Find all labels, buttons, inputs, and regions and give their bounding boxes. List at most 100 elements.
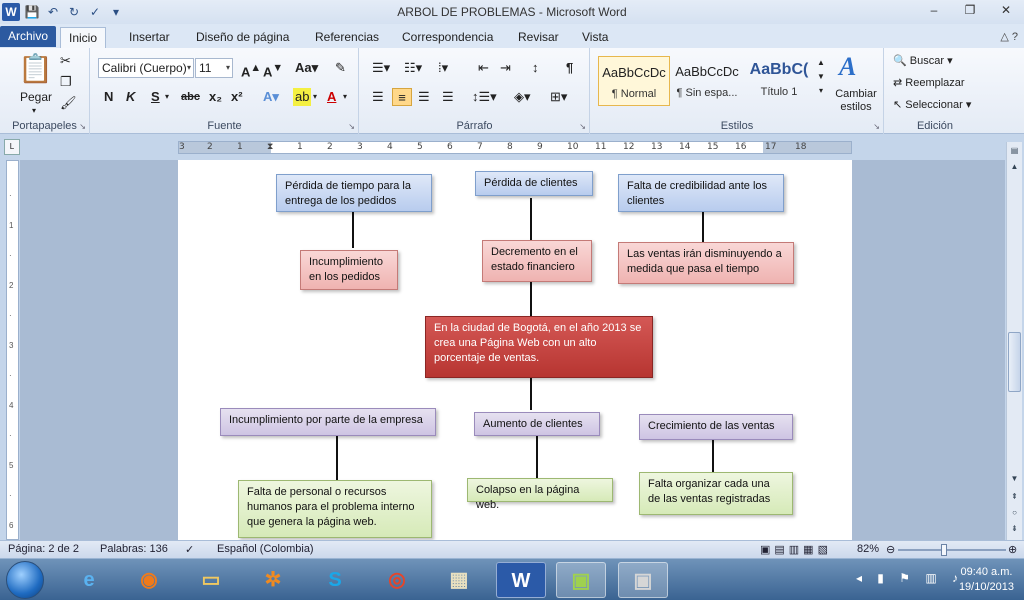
change-case-icon[interactable]: Aa▾ — [295, 59, 318, 77]
font-color-dropdown-icon[interactable]: ▾ — [343, 88, 347, 106]
numbering-icon[interactable]: ☷▾ — [404, 59, 422, 77]
highlight-icon[interactable]: ab — [293, 88, 312, 106]
font-size-combo[interactable]: 11 ▾ — [195, 58, 233, 78]
show-marks-icon[interactable]: ¶ — [566, 59, 573, 77]
vertical-ruler[interactable]: · 1 · 2 · 3 · 4 · 5 · 6 — [6, 160, 19, 540]
cause-box-left[interactable]: Incumplimiento por parte de la empresa — [220, 408, 436, 436]
multilevel-list-icon[interactable]: ⁞▾ — [438, 59, 448, 77]
start-button[interactable] — [6, 561, 44, 599]
effect-mid-box-center[interactable]: Decremento en el estado financiero — [482, 240, 592, 282]
text-effects-icon[interactable]: A▾ — [263, 88, 279, 106]
zoom-out-icon[interactable]: ⊖ — [886, 543, 895, 556]
paragraph-launcher-icon[interactable]: ↘ — [579, 122, 586, 131]
language[interactable]: Español (Colombia) — [217, 543, 314, 555]
browse-object-icon[interactable]: ○ — [1008, 506, 1021, 519]
increase-indent-icon[interactable]: ⇥ — [500, 59, 511, 77]
firefox-icon[interactable]: ◉ — [124, 562, 174, 598]
superscript-icon[interactable]: x² — [231, 88, 243, 106]
help-icon[interactable]: △ ? — [1000, 30, 1018, 43]
effect-box-left[interactable]: Pérdida de tiempo para la entrega de los… — [276, 174, 432, 212]
word-count[interactable]: Palabras: 136 — [100, 543, 168, 555]
view-buttons-icon[interactable]: ▣▤▥▦▧ — [760, 543, 832, 556]
tab-file[interactable]: Archivo — [0, 26, 56, 47]
effect-mid-box-left[interactable]: Incumplimiento en los pedidos — [300, 250, 398, 290]
cut-icon[interactable]: ✂ — [60, 52, 71, 70]
strikethrough-icon[interactable]: abc — [181, 88, 200, 106]
copy-icon[interactable]: ❐ — [60, 73, 72, 91]
tab-review[interactable]: Revisar — [510, 27, 567, 48]
skype-icon[interactable]: S — [310, 562, 360, 598]
maximize-button[interactable]: ❐ — [952, 0, 988, 20]
sort-icon[interactable]: ↕ — [532, 59, 539, 77]
style-normal[interactable]: AaBbCcDc ¶ Normal — [598, 56, 670, 106]
tab-insert[interactable]: Insertar — [121, 27, 178, 48]
borders-icon[interactable]: ⊞▾ — [550, 88, 567, 106]
font-launcher-icon[interactable]: ↘ — [348, 122, 355, 131]
zoom-slider-knob[interactable] — [941, 544, 947, 556]
apps-grid-icon[interactable]: ▦ — [434, 562, 484, 598]
ruler-toggle-icon[interactable]: ▤ — [1008, 144, 1021, 157]
media-app-icon[interactable]: ▣ — [556, 562, 606, 598]
word-taskbar-icon[interactable]: W — [496, 562, 546, 598]
subcause-box-right[interactable]: Falta organizar cada una de las ventas r… — [639, 472, 793, 515]
document-area[interactable]: Pérdida de tiempo para la entrega de los… — [20, 160, 1005, 540]
underline-dropdown-icon[interactable]: ▾ — [165, 88, 169, 106]
font-color-icon[interactable]: A — [327, 88, 336, 106]
align-right-icon[interactable]: ☰ — [418, 88, 430, 106]
tab-selector-icon[interactable]: L — [4, 139, 20, 155]
proofing-icon[interactable]: ✓ — [185, 543, 194, 556]
paste-icon[interactable]: 📋 — [18, 52, 53, 85]
subcause-box-center[interactable]: Colapso en la página web. — [467, 478, 613, 511]
clipboard-launcher-icon[interactable]: ↘ — [79, 122, 86, 131]
select-button[interactable]: ↖ Seleccionar ▾ — [893, 98, 971, 111]
justify-icon[interactable]: ☰ — [442, 88, 454, 106]
vertical-scrollbar[interactable]: ▤ ▲ ▼ ⇞ ○ ⇟ — [1006, 142, 1022, 540]
styles-launcher-icon[interactable]: ↘ — [873, 122, 880, 131]
clear-formatting-icon[interactable]: ✎ — [335, 59, 346, 77]
scrollbar-thumb[interactable] — [1008, 332, 1021, 392]
find-button[interactable]: 🔍 Buscar ▾ — [893, 54, 953, 67]
file-explorer-icon[interactable]: ▭ — [186, 562, 236, 598]
style-no-spacing[interactable]: AaBbCcDc ¶ Sin espa... — [671, 56, 743, 106]
paste-button[interactable]: Pegar — [20, 90, 52, 104]
page-count[interactable]: Página: 2 de 2 — [8, 543, 79, 555]
tab-references[interactable]: Referencias — [307, 27, 387, 48]
tab-page-layout[interactable]: Diseño de página — [188, 27, 297, 48]
internet-explorer-icon[interactable]: e — [64, 562, 114, 598]
underline-icon[interactable]: S — [151, 88, 160, 106]
shrink-font-icon[interactable]: A▼ — [263, 59, 283, 79]
recorder-app-icon[interactable]: ▣ — [618, 562, 668, 598]
paste-dropdown-icon[interactable]: ▾ — [32, 106, 36, 115]
grow-font-icon[interactable]: A▲ — [241, 59, 261, 79]
styles-scroll-icon[interactable]: ▲ ▼ ▾ — [817, 56, 825, 95]
next-page-icon[interactable]: ⇟ — [1008, 522, 1021, 535]
highlight-dropdown-icon[interactable]: ▾ — [313, 88, 317, 106]
chrome-icon[interactable]: ◎ — [372, 562, 422, 598]
close-button[interactable]: ✕ — [988, 0, 1024, 20]
zoom-in-icon[interactable]: ⊕ — [1008, 543, 1017, 556]
subcause-box-left[interactable]: Falta de personal o recursos humanos par… — [238, 480, 432, 538]
bullets-icon[interactable]: ☰▾ — [372, 59, 390, 77]
line-spacing-icon[interactable]: ↕☰▾ — [472, 88, 497, 106]
minimize-button[interactable]: ‒ — [916, 0, 952, 20]
style-heading1[interactable]: AaBbC( Título 1 — [743, 56, 815, 106]
tab-home[interactable]: Inicio — [60, 27, 107, 48]
effect-mid-box-right[interactable]: Las ventas irán disminuyendo a medida qu… — [618, 242, 794, 284]
align-center-icon[interactable]: ≡ — [392, 88, 412, 106]
tab-mailings[interactable]: Correspondencia — [394, 27, 501, 48]
ruler-indent-marker[interactable]: ⧗ — [267, 142, 273, 153]
cause-box-right[interactable]: Crecimiento de las ventas — [639, 414, 793, 440]
font-name-combo[interactable]: Calibri (Cuerpo) ▾ — [98, 58, 194, 78]
change-styles-button[interactable]: Cambiar estilos — [831, 88, 881, 114]
cause-box-center[interactable]: Aumento de clientes — [474, 412, 600, 436]
central-problem-box[interactable]: En la ciudad de Bogotá, en el año 2013 s… — [425, 316, 653, 378]
subscript-icon[interactable]: x₂ — [209, 88, 222, 106]
system-tray-icons[interactable]: ◂ ▮ ⚑ ▥ ♪ — [856, 571, 964, 585]
change-styles-icon[interactable]: A — [839, 52, 856, 82]
tab-view[interactable]: Vista — [574, 27, 616, 48]
previous-page-icon[interactable]: ⇞ — [1008, 490, 1021, 503]
italic-icon[interactable]: K — [126, 88, 135, 106]
clock[interactable]: 09:40 a.m. 19/10/2013 — [959, 565, 1014, 595]
shading-icon[interactable]: ◈▾ — [514, 88, 531, 106]
zoom-slider[interactable] — [898, 544, 1006, 556]
